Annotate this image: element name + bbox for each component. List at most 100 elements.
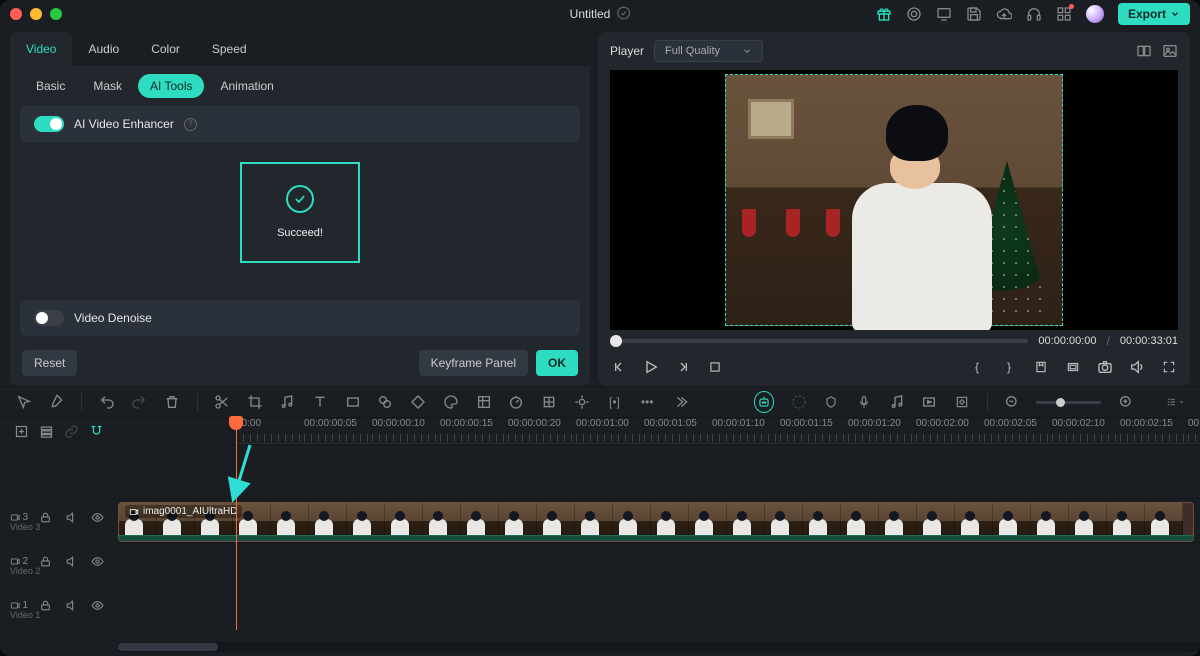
ruler-tick: 00:00:00:20	[508, 418, 576, 429]
apps-icon[interactable]	[1056, 6, 1072, 22]
microphone-icon[interactable]	[856, 393, 873, 411]
link-icon[interactable]	[64, 422, 79, 440]
safe-zone-icon[interactable]	[1064, 358, 1082, 376]
gift-icon[interactable]	[876, 6, 892, 22]
brace-close-icon[interactable]: }	[1000, 358, 1018, 376]
timeline-ruler[interactable]: 00:0000:00:00:0500:00:00:1000:00:00:1500…	[236, 418, 1200, 444]
zoom-slider[interactable]	[1036, 401, 1101, 404]
video-denoise-toggle[interactable]	[34, 310, 64, 326]
playback-scrubber[interactable]	[610, 339, 1028, 343]
marker-icon[interactable]	[1032, 358, 1050, 376]
track-row: 3Video 3imag0001_AIUltraHD	[0, 498, 1200, 542]
track-row: 1Video 1	[0, 586, 1200, 630]
next-frame-button[interactable]	[674, 358, 692, 376]
track-body[interactable]: imag0001_AIUltraHD	[118, 498, 1200, 542]
track-body[interactable]	[118, 586, 1200, 630]
monitor-icon[interactable]	[936, 6, 952, 22]
ruler-tick: 00:00:00:15	[440, 418, 508, 429]
ruler-tick: 00:00:02:10	[1052, 418, 1120, 429]
tab-audio[interactable]: Audio	[72, 32, 135, 66]
group-icon[interactable]: [•]	[606, 393, 623, 411]
brace-open-icon[interactable]: {	[968, 358, 986, 376]
zoom-in-icon[interactable]	[1117, 393, 1134, 411]
ai-assistant-icon[interactable]	[754, 391, 775, 413]
current-timecode: 00:00:00:00	[1038, 335, 1096, 347]
text-icon[interactable]	[312, 393, 329, 411]
ruler-tick: 00:00:00:05	[304, 418, 372, 429]
ruler-tick: 00:00:02:15	[1120, 418, 1188, 429]
window-zoom-button[interactable]	[50, 8, 62, 20]
stop-button[interactable]	[706, 358, 724, 376]
ruler-tick: 00:00:01:20	[848, 418, 916, 429]
quality-dropdown[interactable]: Full Quality	[654, 40, 763, 62]
audio-beat-icon[interactable]	[279, 393, 296, 411]
keyframe-icon[interactable]	[410, 393, 427, 411]
ai-video-enhancer-toggle[interactable]	[34, 116, 64, 132]
video-clip[interactable]: imag0001_AIUltraHD	[118, 502, 1194, 542]
audio-mixer-icon[interactable]	[888, 393, 905, 411]
subtab-mask[interactable]: Mask	[81, 74, 134, 98]
ungroup-icon[interactable]: •••	[639, 393, 656, 411]
voiceover-timer-icon[interactable]	[790, 393, 807, 411]
track-label: Video 3	[0, 522, 118, 532]
preview-area[interactable]	[610, 70, 1178, 330]
cloud-sync-icon[interactable]	[616, 6, 630, 23]
play-button[interactable]	[642, 358, 660, 376]
select-tool-icon[interactable]	[16, 393, 33, 411]
subtab-animation[interactable]: Animation	[208, 74, 285, 98]
render-icon[interactable]	[921, 393, 938, 411]
split-icon[interactable]	[213, 393, 230, 411]
picture-icon[interactable]	[1162, 43, 1178, 59]
document-title: Untitled	[570, 7, 611, 21]
window-minimize-button[interactable]	[30, 8, 42, 20]
headphones-icon[interactable]	[1026, 6, 1042, 22]
volume-icon[interactable]	[1128, 358, 1146, 376]
effects-icon[interactable]	[475, 393, 492, 411]
export-button[interactable]: Export	[1118, 3, 1190, 25]
reset-button[interactable]: Reset	[22, 350, 77, 376]
speed-icon[interactable]	[508, 393, 525, 411]
window-close-button[interactable]	[10, 8, 22, 20]
redo-icon[interactable]	[131, 393, 148, 411]
pen-tool-icon[interactable]	[49, 393, 66, 411]
track-body[interactable]	[118, 542, 1200, 586]
info-icon[interactable]: ?	[184, 118, 197, 131]
track-manage-icon[interactable]	[39, 422, 54, 440]
crop-icon[interactable]	[246, 393, 263, 411]
prev-frame-button[interactable]	[610, 358, 628, 376]
snap-icon[interactable]	[89, 422, 104, 440]
rect-icon[interactable]	[344, 393, 361, 411]
fullscreen-icon[interactable]	[1160, 358, 1178, 376]
keyframe-panel-button[interactable]: Keyframe Panel	[419, 350, 528, 376]
avatar[interactable]	[1086, 5, 1104, 23]
inspector-panel: Video Audio Color Speed Basic Mask AI To…	[10, 32, 590, 386]
compare-view-icon[interactable]	[1136, 43, 1152, 59]
chroma-key-icon[interactable]	[573, 393, 590, 411]
delete-icon[interactable]	[164, 393, 181, 411]
timeline-hscrollbar[interactable]	[118, 642, 1200, 652]
tab-color[interactable]: Color	[135, 32, 196, 66]
tab-speed[interactable]: Speed	[196, 32, 263, 66]
track-add-icon[interactable]	[14, 422, 29, 440]
cloud-upload-icon[interactable]	[996, 6, 1012, 22]
list-options-icon[interactable]	[1166, 393, 1184, 411]
motion-track-icon[interactable]	[541, 393, 558, 411]
save-icon[interactable]	[966, 6, 982, 22]
subtab-basic[interactable]: Basic	[24, 74, 77, 98]
more-tools-icon[interactable]	[672, 393, 689, 411]
palette-icon[interactable]	[442, 393, 459, 411]
zoom-out-icon[interactable]	[1003, 393, 1020, 411]
undo-icon[interactable]	[98, 393, 115, 411]
subtab-ai-tools[interactable]: AI Tools	[138, 74, 204, 98]
ok-button[interactable]: OK	[536, 350, 578, 376]
tab-video[interactable]: Video	[10, 32, 72, 66]
marker-add-icon[interactable]	[823, 393, 840, 411]
export-button-label: Export	[1128, 7, 1166, 21]
record-icon[interactable]	[906, 6, 922, 22]
color-match-icon[interactable]	[377, 393, 394, 411]
track-label: Video 1	[0, 610, 118, 620]
check-circle-icon	[286, 185, 314, 213]
keyframe-diamond-icon[interactable]	[954, 393, 971, 411]
snapshot-icon[interactable]	[1096, 358, 1114, 376]
ruler-tick: 00:00	[236, 418, 304, 429]
